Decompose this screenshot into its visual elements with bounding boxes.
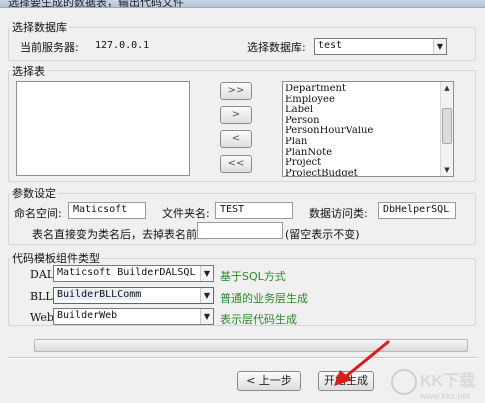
tables-scrollbar[interactable]: ▲ ▼ bbox=[440, 82, 453, 176]
db-group-label: 选择数据库 bbox=[10, 19, 69, 35]
table-list-item[interactable]: Department bbox=[285, 84, 438, 95]
table-list-item[interactable]: Project bbox=[285, 158, 438, 169]
svg-text:KK下载: KK下载 bbox=[420, 372, 475, 390]
red-arrow-icon bbox=[334, 340, 390, 386]
watermark-logo: KK下载 www.kkx.net bbox=[391, 369, 475, 401]
prefix-hint: (留空表示不变) bbox=[285, 228, 360, 241]
database-select[interactable]: test ▼ bbox=[314, 38, 447, 55]
bll-description: 普通的业务层生成 bbox=[220, 292, 308, 305]
table-list-item[interactable]: PersonHourValue bbox=[285, 126, 438, 137]
web-template-select[interactable]: BuilderWeb ▼ bbox=[53, 308, 214, 325]
folder-label: 文件夹名: bbox=[162, 207, 210, 220]
remove-all-button[interactable]: << bbox=[220, 155, 252, 173]
available-tables-list[interactable] bbox=[16, 81, 190, 176]
server-value: 127.0.0.1 bbox=[95, 40, 150, 51]
table-group-label: 选择表 bbox=[10, 63, 47, 79]
data-access-label: 数据访问类: bbox=[309, 207, 368, 220]
namespace-label: 命名空间: bbox=[14, 207, 62, 220]
database-select-value: test bbox=[318, 40, 343, 51]
table-list-item[interactable]: Person bbox=[285, 116, 438, 127]
prefix-input[interactable] bbox=[197, 222, 283, 239]
data-access-input[interactable]: DbHelperSQL bbox=[378, 202, 456, 219]
params-group-label: 参数设定 bbox=[10, 185, 58, 201]
add-all-button[interactable]: >> bbox=[220, 82, 252, 100]
chevron-down-icon[interactable]: ▼ bbox=[433, 39, 446, 54]
dal-template-select[interactable]: Maticsoft BuilderDALSQL ▼ bbox=[53, 265, 214, 282]
table-list-item[interactable]: Plan bbox=[285, 137, 438, 148]
table-list-item[interactable]: Employee bbox=[285, 95, 438, 106]
chevron-down-icon[interactable]: ▼ bbox=[200, 288, 213, 303]
selected-tables-items: Department Employee Label Person PersonHourV… bbox=[285, 84, 438, 176]
scroll-thumb[interactable] bbox=[442, 108, 452, 144]
chevron-down-icon[interactable]: ▼ bbox=[200, 266, 213, 281]
web-template-value: BuilderWeb bbox=[57, 310, 118, 321]
dal-label: DAL bbox=[30, 268, 55, 281]
table-list-item[interactable]: ProjectBudget bbox=[285, 169, 438, 176]
folder-input[interactable]: TEST bbox=[215, 202, 293, 219]
progress-bar bbox=[34, 339, 468, 352]
window-title: 选择要生成的数据表，输出代码文件 bbox=[8, 0, 184, 8]
dal-description: 基于SQL方式 bbox=[220, 270, 286, 283]
bll-label: BLL bbox=[30, 290, 53, 303]
bll-template-value: BuilderBLLComm bbox=[57, 289, 142, 300]
table-list-item[interactable]: PlanNote bbox=[285, 148, 438, 159]
back-button[interactable]: < 上一步 bbox=[237, 371, 301, 391]
db-select-label: 选择数据库: bbox=[247, 41, 306, 54]
table-list-item[interactable]: Label bbox=[285, 105, 438, 116]
svg-text:www.kkx.net: www.kkx.net bbox=[419, 391, 471, 401]
title-bar: 选择要生成的数据表，输出代码文件 bbox=[0, 0, 485, 8]
add-button[interactable]: > bbox=[220, 106, 252, 124]
remove-button[interactable]: < bbox=[220, 130, 252, 148]
web-description: 表示层代码生成 bbox=[220, 313, 297, 326]
server-label: 当前服务器: bbox=[20, 41, 79, 54]
chevron-down-icon[interactable]: ▼ bbox=[200, 309, 213, 324]
dal-template-value: Maticsoft BuilderDALSQL bbox=[57, 267, 196, 278]
prefix-label: 表名直接变为类名后，去掉表名前缀: bbox=[32, 228, 212, 241]
bll-template-select[interactable]: BuilderBLLComm ▼ bbox=[53, 287, 214, 304]
web-label: Web bbox=[30, 311, 54, 324]
scroll-down-icon[interactable]: ▼ bbox=[441, 164, 453, 176]
scroll-up-icon[interactable]: ▲ bbox=[441, 82, 453, 94]
templates-group-label: 代码模板组件类型 bbox=[10, 250, 102, 266]
separator bbox=[8, 357, 478, 359]
generator-dialog: 选择要生成的数据表，输出代码文件 选择数据库 当前服务器: 127.0.0.1 … bbox=[0, 0, 485, 403]
selected-tables-list[interactable]: Department Employee Label Person PersonHourV… bbox=[282, 81, 454, 177]
namespace-input[interactable]: Maticsoft bbox=[68, 202, 146, 219]
